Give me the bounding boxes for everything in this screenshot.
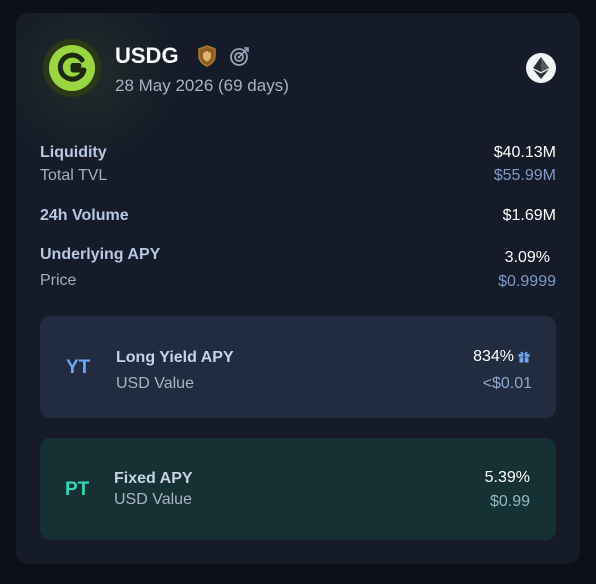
pt-panel[interactable]: PT Fixed APY USD Value 5.39% $0.99 bbox=[40, 438, 556, 540]
volume-label: 24h Volume bbox=[40, 207, 129, 224]
maturity-date: 28 May 2026 (69 days) bbox=[115, 76, 289, 95]
volume-value: $1.69M bbox=[502, 207, 556, 224]
liquidity-label: Liquidity bbox=[40, 144, 107, 161]
tvl-value: $55.99M bbox=[493, 167, 556, 184]
ethereum-icon[interactable] bbox=[526, 53, 556, 83]
target-icon[interactable] bbox=[229, 46, 250, 67]
gift-icon[interactable] bbox=[518, 351, 530, 363]
pt-usd-label: USD Value bbox=[114, 491, 192, 508]
underlying-apy-value: 3.09% bbox=[504, 249, 550, 266]
yt-badge: YT bbox=[66, 357, 91, 378]
token-name: USDG bbox=[115, 43, 179, 68]
pt-title: Fixed APY bbox=[114, 470, 193, 487]
yt-usd-value: <$0.01 bbox=[482, 375, 532, 392]
token-logo-icon bbox=[43, 39, 101, 97]
shield-icon[interactable] bbox=[197, 45, 217, 67]
yt-panel[interactable]: YT Long Yield APY USD Value 834% <$0.01 bbox=[40, 316, 556, 418]
price-value: $0.9999 bbox=[498, 273, 556, 290]
price-label: Price bbox=[40, 272, 77, 289]
liquidity-value: $40.13M bbox=[493, 144, 556, 161]
underlying-apy-label: Underlying APY bbox=[40, 246, 161, 263]
market-card: USDG 28 May 2026 (69 days) Liquidity $40… bbox=[16, 13, 580, 564]
pt-badge: PT bbox=[65, 479, 90, 500]
tvl-label: Total TVL bbox=[40, 167, 108, 184]
pt-apy-value: 5.39% bbox=[484, 469, 530, 486]
yt-title: Long Yield APY bbox=[116, 349, 234, 366]
yt-apy-value: 834% bbox=[473, 348, 514, 365]
yt-usd-label: USD Value bbox=[116, 375, 194, 392]
pt-usd-value: $0.99 bbox=[489, 493, 530, 510]
